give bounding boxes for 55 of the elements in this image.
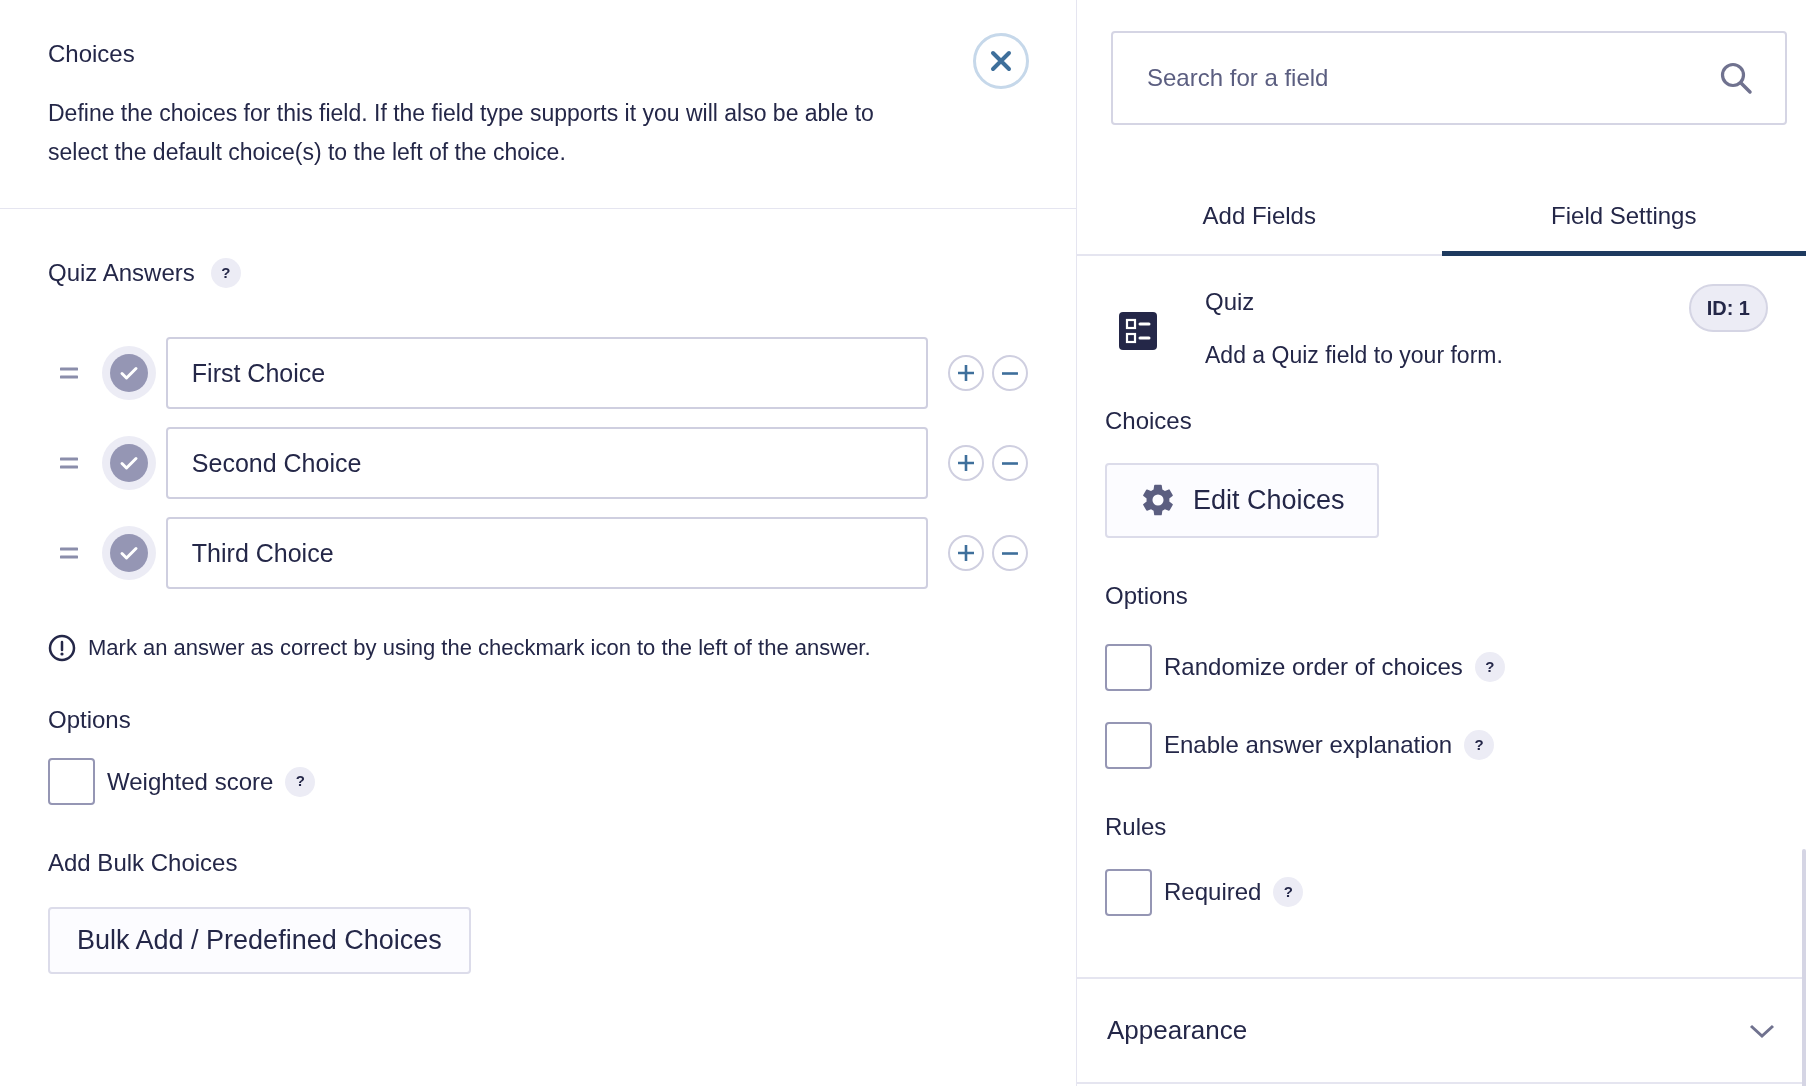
checkbox[interactable]	[48, 758, 95, 805]
minus-icon	[1002, 371, 1019, 375]
close-icon	[989, 49, 1013, 73]
checkbox[interactable]	[1105, 721, 1152, 769]
choice-input[interactable]: Second Choice	[165, 427, 929, 499]
description-text: Define the choices for this field. If the field type supports it you will also be able to select the default choice(s) to the left of the choice.	[48, 99, 875, 167]
section-title: Choices	[48, 39, 135, 69]
bulk-add-button[interactable]: Bulk Add / Predefined Choices	[48, 907, 471, 974]
drag-handle-icon[interactable]	[60, 456, 78, 470]
help-button[interactable]: ?	[1474, 652, 1505, 682]
checkbox-label[interactable]: Required	[1164, 874, 1262, 910]
section-label: Choices	[1105, 405, 1193, 436]
checkbox-label[interactable]: Enable answer explanation	[1164, 727, 1453, 763]
checkbox[interactable]	[1105, 868, 1152, 916]
plus-icon	[956, 453, 977, 473]
checkbox-label[interactable]: Randomize order of choices	[1164, 649, 1463, 685]
close-button[interactable]	[973, 33, 1029, 89]
hint-text: Mark an answer as correct by using the checkmark icon to the left of the answer.	[88, 634, 871, 662]
search-icon	[1719, 61, 1753, 95]
help-button[interactable]: ?	[285, 766, 316, 797]
add-choice-button[interactable]	[948, 355, 985, 391]
drag-handle-icon[interactable]	[60, 546, 78, 560]
help-button[interactable]: ?	[210, 258, 241, 288]
search-field[interactable]: Search for a field	[1111, 31, 1787, 125]
section-label: Rules	[1105, 811, 1168, 842]
field-description: Add a Quiz field to your form.	[1205, 341, 1504, 370]
edit-choices-button[interactable]: Edit Choices	[1105, 462, 1379, 538]
remove-choice-button[interactable]	[992, 535, 1028, 571]
section-label: Add Bulk Choices	[48, 848, 239, 878]
info-icon	[48, 633, 76, 662]
choice-input[interactable]: First Choice	[165, 337, 929, 409]
checkbox[interactable]	[1105, 643, 1152, 691]
help-button[interactable]: ?	[1273, 877, 1304, 907]
tab[interactable]: Field Settings	[1441, 180, 1806, 256]
section-label: Options	[48, 705, 132, 735]
add-choice-button[interactable]	[948, 535, 985, 571]
minus-icon	[1002, 551, 1019, 555]
section-label: Quiz Answers	[48, 258, 195, 288]
help-button[interactable]: ?	[1464, 730, 1495, 760]
minus-icon	[1002, 461, 1019, 465]
checkbox-label[interactable]: Weighted score	[107, 763, 274, 800]
add-choice-button[interactable]	[948, 445, 985, 481]
id-badge: ID: 1	[1688, 284, 1768, 332]
scrollbar[interactable]	[1802, 849, 1806, 1086]
tab[interactable]: Add Fields	[1077, 180, 1442, 256]
section-label: Options	[1105, 580, 1189, 611]
field-name: Quiz	[1205, 287, 1256, 317]
plus-icon	[956, 543, 977, 563]
list-icon	[1119, 312, 1157, 350]
remove-choice-button[interactable]	[992, 445, 1028, 481]
remove-choice-button[interactable]	[992, 355, 1028, 391]
plus-icon	[956, 363, 977, 383]
choice-input[interactable]: Third Choice	[165, 517, 929, 589]
appearance-section[interactable]: Appearance	[1077, 977, 1806, 1084]
drag-handle-icon[interactable]	[60, 366, 78, 380]
